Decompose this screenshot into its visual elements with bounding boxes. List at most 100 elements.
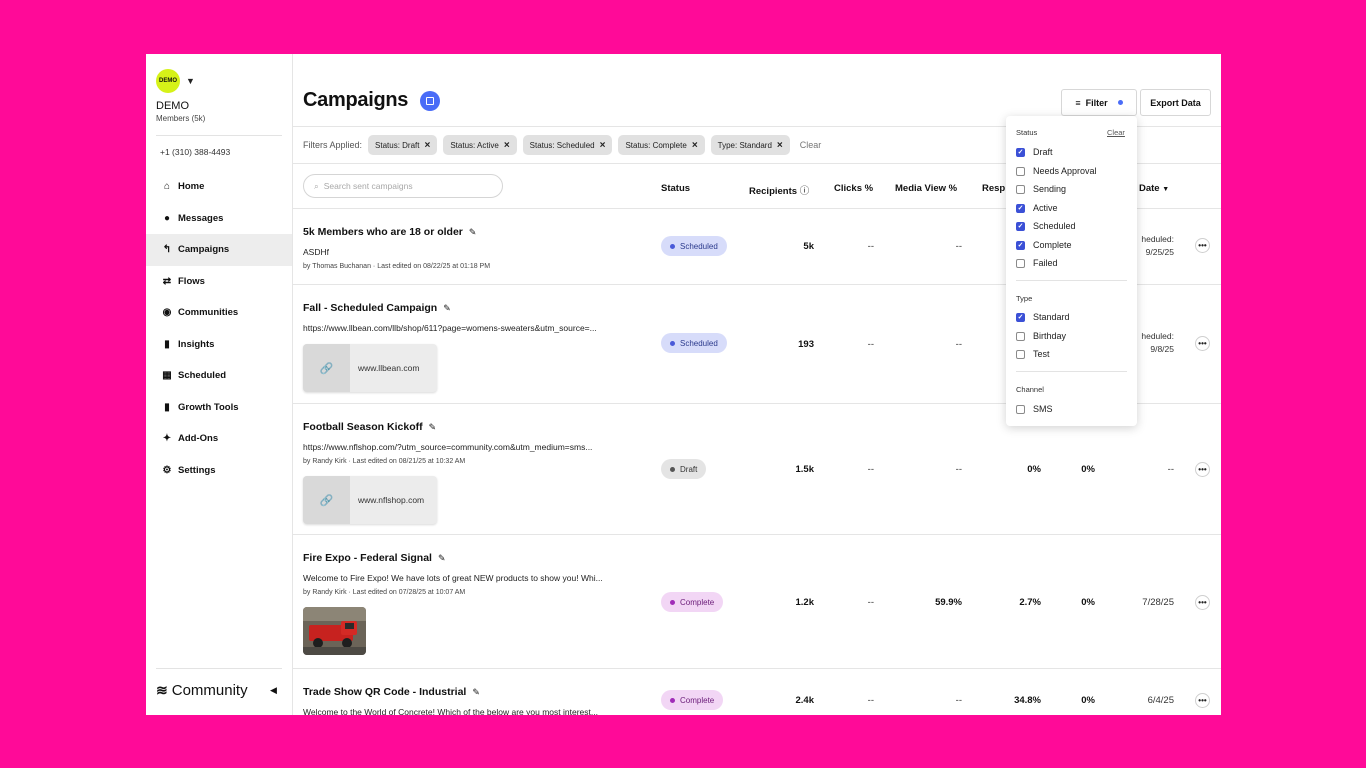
sidebar-item-scheduled[interactable]: ▦ Scheduled <box>146 360 292 392</box>
sidebar-item-communities[interactable]: ◉ Communities <box>146 297 292 329</box>
new-campaign-button[interactable] <box>420 91 440 111</box>
caret-down-icon[interactable]: ▼ <box>186 76 195 86</box>
pencil-icon[interactable]: ✎ <box>443 303 451 314</box>
type-option-test[interactable]: Test <box>1016 349 1050 359</box>
sidebar-item-settings[interactable]: ⚙ Settings <box>146 455 292 487</box>
collapse-sidebar-icon[interactable]: ◀ <box>270 685 277 696</box>
checkbox-checked[interactable]: ✓ <box>1016 203 1025 213</box>
table-row[interactable]: Fire Expo - Federal Signal ✎ Welcome to F… <box>293 535 1221 669</box>
campaign-name[interactable]: Fire Expo - Federal Signal ✎ <box>303 552 446 564</box>
checkbox[interactable] <box>1016 349 1025 359</box>
checkbox[interactable] <box>1016 331 1025 341</box>
sidebar-item-add-ons[interactable]: ✦ Add-Ons <box>146 423 292 455</box>
pencil-icon[interactable]: ✎ <box>429 422 437 433</box>
sidebar-item-flows[interactable]: ⇄ Flows <box>146 266 292 298</box>
clear-filter-link[interactable]: Clear <box>1107 128 1125 137</box>
sidebar-item-growth-tools[interactable]: ▮ Growth Tools <box>146 392 292 424</box>
opt-out-value: 0% <box>1081 464 1095 475</box>
column-header-date[interactable]: Date ▼ <box>1139 183 1169 194</box>
campaign-name-text: 5k Members who are 18 or older <box>303 226 463 238</box>
campaign-name-text: Football Season Kickoff <box>303 421 423 433</box>
option-label: Complete <box>1033 240 1072 250</box>
campaign-name[interactable]: Trade Show QR Code - Industrial ✎ <box>303 686 480 698</box>
page-title: Campaigns <box>303 89 409 111</box>
checkbox-checked[interactable]: ✓ <box>1016 221 1025 231</box>
more-options-icon[interactable]: ••• <box>1195 462 1210 477</box>
status-badge: Complete <box>661 690 724 710</box>
filter-dropdown: Status Clear ✓ Draft Needs Approval Sendi… <box>1006 116 1137 426</box>
column-header-recipients[interactable]: Recipients ⓘ <box>749 183 809 197</box>
more-options-icon[interactable]: ••• <box>1195 595 1210 610</box>
status-option-active[interactable]: ✓ Active <box>1016 203 1058 213</box>
option-label: Test <box>1033 349 1050 359</box>
close-icon[interactable]: × <box>777 140 783 151</box>
filter-chip[interactable]: Status: Draft × <box>368 135 438 155</box>
column-header-response[interactable]: Resp <box>982 183 1005 194</box>
checkbox[interactable] <box>1016 258 1025 268</box>
link-preview[interactable]: 🔗 www.nflshop.com <box>303 476 437 524</box>
sidebar-item-home[interactable]: ⌂ Home <box>146 171 292 203</box>
close-icon[interactable]: × <box>600 140 606 151</box>
status-option-complete[interactable]: ✓ Complete <box>1016 240 1072 250</box>
status-badge: Scheduled <box>661 333 727 353</box>
status-option-draft[interactable]: ✓ Draft <box>1016 147 1053 157</box>
campaign-name[interactable]: 5k Members who are 18 or older ✎ <box>303 226 476 238</box>
table-row[interactable]: Trade Show QR Code - Industrial ✎ Welcome… <box>293 669 1221 715</box>
more-options-icon[interactable]: ••• <box>1195 238 1210 253</box>
checkbox[interactable] <box>1016 166 1025 176</box>
checkbox-checked[interactable]: ✓ <box>1016 147 1025 157</box>
link-preview[interactable]: 🔗 www.llbean.com <box>303 344 437 392</box>
checkbox-checked[interactable]: ✓ <box>1016 312 1025 322</box>
filter-chip[interactable]: Status: Active × <box>443 135 517 155</box>
bar-chart-icon: ▮ <box>164 338 170 350</box>
sidebar-item-label: Settings <box>178 464 216 476</box>
pencil-icon[interactable]: ✎ <box>469 227 477 238</box>
clear-filters-link[interactable]: Clear <box>800 140 822 150</box>
filter-button[interactable]: ≡ Filter <box>1061 89 1137 116</box>
more-options-icon[interactable]: ••• <box>1195 336 1210 351</box>
column-header-clicks[interactable]: Clicks % <box>834 183 873 194</box>
checkbox[interactable] <box>1016 184 1025 194</box>
export-data-button[interactable]: Export Data <box>1140 89 1211 116</box>
option-label: SMS <box>1033 404 1053 414</box>
campaign-name[interactable]: Fall - Scheduled Campaign ✎ <box>303 302 451 314</box>
sidebar-item-insights[interactable]: ▮ Insights <box>146 329 292 361</box>
status-option-failed[interactable]: Failed <box>1016 258 1058 268</box>
close-icon[interactable]: × <box>692 140 698 151</box>
account-switcher[interactable]: DEMO ▼ <box>156 69 195 93</box>
search-input[interactable]: ⌕ Search sent campaigns <box>303 174 503 198</box>
chat-bubble-icon: ● <box>163 212 171 224</box>
date-line: heduled: <box>1141 234 1174 244</box>
sidebar-item-label: Home <box>178 181 205 193</box>
filter-chip[interactable]: Status: Scheduled × <box>522 135 613 155</box>
status-label: Draft <box>680 464 698 474</box>
type-option-birthday[interactable]: Birthday <box>1016 331 1066 341</box>
status-option-scheduled[interactable]: ✓ Scheduled <box>1016 221 1076 231</box>
filter-chip[interactable]: Type: Standard × <box>710 135 790 155</box>
close-icon[interactable]: × <box>425 140 431 151</box>
checkbox[interactable] <box>1016 404 1025 414</box>
campaign-name[interactable]: Football Season Kickoff ✎ <box>303 421 436 433</box>
sidebar-item-messages[interactable]: ● Messages <box>146 203 292 235</box>
home-icon: ⌂ <box>163 181 171 193</box>
status-option-sending[interactable]: Sending <box>1016 184 1066 194</box>
column-header-status[interactable]: Status <box>661 183 690 194</box>
close-icon[interactable]: × <box>504 140 510 151</box>
sidebar-item-campaigns[interactable]: ↰ Campaigns <box>146 234 292 266</box>
channel-option-sms[interactable]: SMS <box>1016 404 1053 414</box>
status-badge: Complete <box>661 592 724 612</box>
date-line: heduled: <box>1141 331 1174 341</box>
type-option-standard[interactable]: ✓ Standard <box>1016 312 1070 322</box>
campaign-name-text: Fire Expo - Federal Signal <box>303 552 432 564</box>
avatar[interactable]: DEMO <box>156 69 180 93</box>
more-options-icon[interactable]: ••• <box>1195 693 1210 708</box>
option-label: Standard <box>1033 312 1070 322</box>
pencil-icon[interactable]: ✎ <box>472 687 480 698</box>
status-option-needs-approval[interactable]: Needs Approval <box>1016 166 1097 176</box>
filter-chip[interactable]: Status: Complete × <box>618 135 705 155</box>
pencil-icon[interactable]: ✎ <box>438 553 446 564</box>
media-thumbnail[interactable] <box>303 607 366 655</box>
checkbox-checked[interactable]: ✓ <box>1016 240 1025 250</box>
brand-logo: ≋ Community <box>156 682 248 699</box>
column-header-media-view[interactable]: Media View % <box>895 183 957 194</box>
